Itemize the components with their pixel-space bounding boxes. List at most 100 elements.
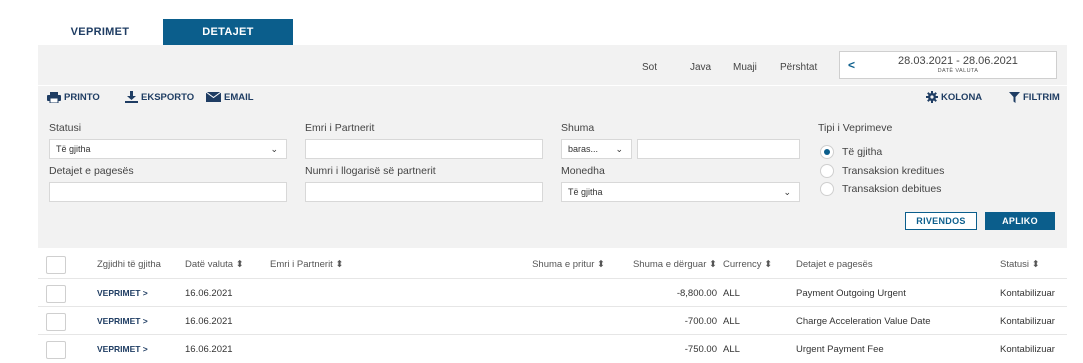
row-date: 16.06.2021 xyxy=(185,288,233,299)
status-label: Statusi xyxy=(49,122,82,134)
chevron-down-icon: ⌄ xyxy=(783,187,791,197)
row-checkbox[interactable] xyxy=(46,313,66,331)
envelope-icon xyxy=(206,92,221,102)
radio-all[interactable]: Të gjitha xyxy=(820,145,882,159)
row-date: 16.06.2021 xyxy=(185,344,233,355)
header-currency-label: Currency xyxy=(723,259,762,270)
row-currency: ALL xyxy=(723,344,740,355)
radio-button[interactable] xyxy=(820,182,834,196)
header-received-label: Shuma e pritur xyxy=(532,259,595,270)
header-currency[interactable]: Currency ⬍ xyxy=(723,259,772,270)
partner-name-input[interactable] xyxy=(305,139,543,159)
tab-veprimet[interactable]: VEPRIMET xyxy=(38,19,162,45)
sort-icon: ⬍ xyxy=(235,259,244,270)
header-sent[interactable]: Shuma e dërguar ⬍ xyxy=(605,259,717,270)
row-divider xyxy=(38,334,1067,335)
row-link[interactable]: VEPRIMET > xyxy=(97,288,148,298)
chevron-down-icon: ⌄ xyxy=(615,144,623,154)
partner-name-label: Emri i Partnerit xyxy=(305,122,375,134)
filter-button[interactable]: FILTRIM xyxy=(1009,90,1060,104)
row-checkbox[interactable] xyxy=(46,341,66,359)
print-button[interactable]: PRINTO xyxy=(47,90,100,104)
print-label: PRINTO xyxy=(64,91,100,103)
header-details: Detajet e pagesës xyxy=(796,259,873,270)
period-week[interactable]: Java xyxy=(690,62,711,73)
row-checkbox[interactable] xyxy=(46,285,66,303)
amount-label: Shuma xyxy=(561,122,595,134)
sort-icon: ⬍ xyxy=(1031,259,1040,270)
radio-label: Transaksion kreditues xyxy=(842,165,945,177)
transaction-type-label: Tipi i Veprimeve xyxy=(818,122,893,134)
row-divider xyxy=(38,278,1067,279)
status-select-value: Të gjitha xyxy=(56,144,91,154)
columns-label: KOLONA xyxy=(941,91,983,103)
status-select[interactable]: Të gjitha ⌄ xyxy=(49,139,287,159)
header-status[interactable]: Statusi ⬍ xyxy=(1000,259,1040,270)
row-status: Kontabilizuar xyxy=(1000,316,1055,327)
funnel-icon xyxy=(1009,91,1020,103)
radio-credit[interactable]: Transaksion kreditues xyxy=(820,164,944,178)
amount-input[interactable] xyxy=(637,139,800,159)
row-sent: -8,800.00 xyxy=(676,288,717,299)
chevron-down-icon: ⌄ xyxy=(270,144,278,154)
period-today[interactable]: Sot xyxy=(642,62,657,73)
radio-label: Të gjitha xyxy=(842,146,883,158)
printer-icon xyxy=(47,91,61,103)
partner-account-input[interactable] xyxy=(305,182,543,202)
email-label: EMAIL xyxy=(224,91,254,103)
period-month[interactable]: Muaji xyxy=(733,62,757,73)
filter-label: FILTRIM xyxy=(1023,91,1060,103)
payment-details-input[interactable] xyxy=(49,182,287,202)
radio-debit[interactable]: Transaksion debitues xyxy=(820,182,941,196)
row-details: Payment Outgoing Urgent xyxy=(796,288,906,299)
date-range-value: 28.03.2021 - 28.06.2021 xyxy=(898,55,1018,67)
currency-select-value: Të gjitha xyxy=(568,187,603,197)
email-button[interactable]: EMAIL xyxy=(206,90,254,104)
date-range-caption: DATË VALUTA xyxy=(937,68,979,74)
header-partner-label: Emri i Partnerit xyxy=(270,259,333,270)
payment-details-label: Detajet e pagesës xyxy=(49,165,134,177)
row-status: Kontabilizuar xyxy=(1000,288,1055,299)
row-link[interactable]: VEPRIMET > xyxy=(97,344,148,354)
radio-button[interactable] xyxy=(820,164,834,178)
radio-button[interactable] xyxy=(820,145,834,159)
header-value-date[interactable]: Datë valuta ⬍ xyxy=(185,259,244,270)
row-link[interactable]: VEPRIMET > xyxy=(97,316,148,326)
row-date: 16.06.2021 xyxy=(185,316,233,327)
header-status-label: Statusi xyxy=(1000,259,1030,270)
currency-label: Monedha xyxy=(561,165,605,177)
sort-icon: ⬍ xyxy=(335,259,344,270)
amount-operator-value: baras... xyxy=(568,144,599,154)
sort-icon: ⬍ xyxy=(709,259,717,270)
period-custom[interactable]: Përshtat xyxy=(780,62,817,73)
header-sent-label: Shuma e dërguar xyxy=(632,259,707,270)
download-icon xyxy=(125,91,138,103)
row-status: Kontabilizuar xyxy=(1000,344,1055,355)
header-partner[interactable]: Emri i Partnerit ⬍ xyxy=(270,259,343,270)
partner-account-label: Numri i llogarisë së partnerit xyxy=(305,165,436,177)
amount-operator-select[interactable]: baras... ⌄ xyxy=(561,139,632,159)
gear-icon xyxy=(926,91,938,103)
export-button[interactable]: EKSPORTO xyxy=(125,90,194,104)
columns-button[interactable]: KOLONA xyxy=(926,90,982,104)
select-all-label[interactable]: Zgjidhi të gjitha xyxy=(97,259,161,270)
reset-button[interactable]: RIVENDOS xyxy=(905,212,977,230)
header-value-date-label: Datë valuta xyxy=(185,259,234,270)
row-divider xyxy=(38,306,1067,307)
currency-select[interactable]: Të gjitha ⌄ xyxy=(561,182,800,202)
date-range-picker[interactable]: < 28.03.2021 - 28.06.2021 DATË VALUTA xyxy=(839,51,1057,79)
row-details: Urgent Payment Fee xyxy=(796,344,884,355)
export-label: EKSPORTO xyxy=(141,91,195,103)
row-currency: ALL xyxy=(723,316,740,327)
tab-detajet[interactable]: DETAJET xyxy=(163,19,293,45)
apply-button[interactable]: APLIKO xyxy=(985,212,1055,230)
row-sent: -750.00 xyxy=(684,344,717,355)
sort-icon: ⬍ xyxy=(764,259,773,270)
header-received[interactable]: Shuma e pritur ⬍ xyxy=(505,259,605,270)
row-currency: ALL xyxy=(723,288,740,299)
sort-icon: ⬍ xyxy=(597,259,605,270)
row-sent: -700.00 xyxy=(684,316,717,327)
select-all-checkbox[interactable] xyxy=(46,256,66,274)
chevron-left-icon[interactable]: < xyxy=(848,58,855,72)
radio-label: Transaksion debitues xyxy=(842,183,942,195)
